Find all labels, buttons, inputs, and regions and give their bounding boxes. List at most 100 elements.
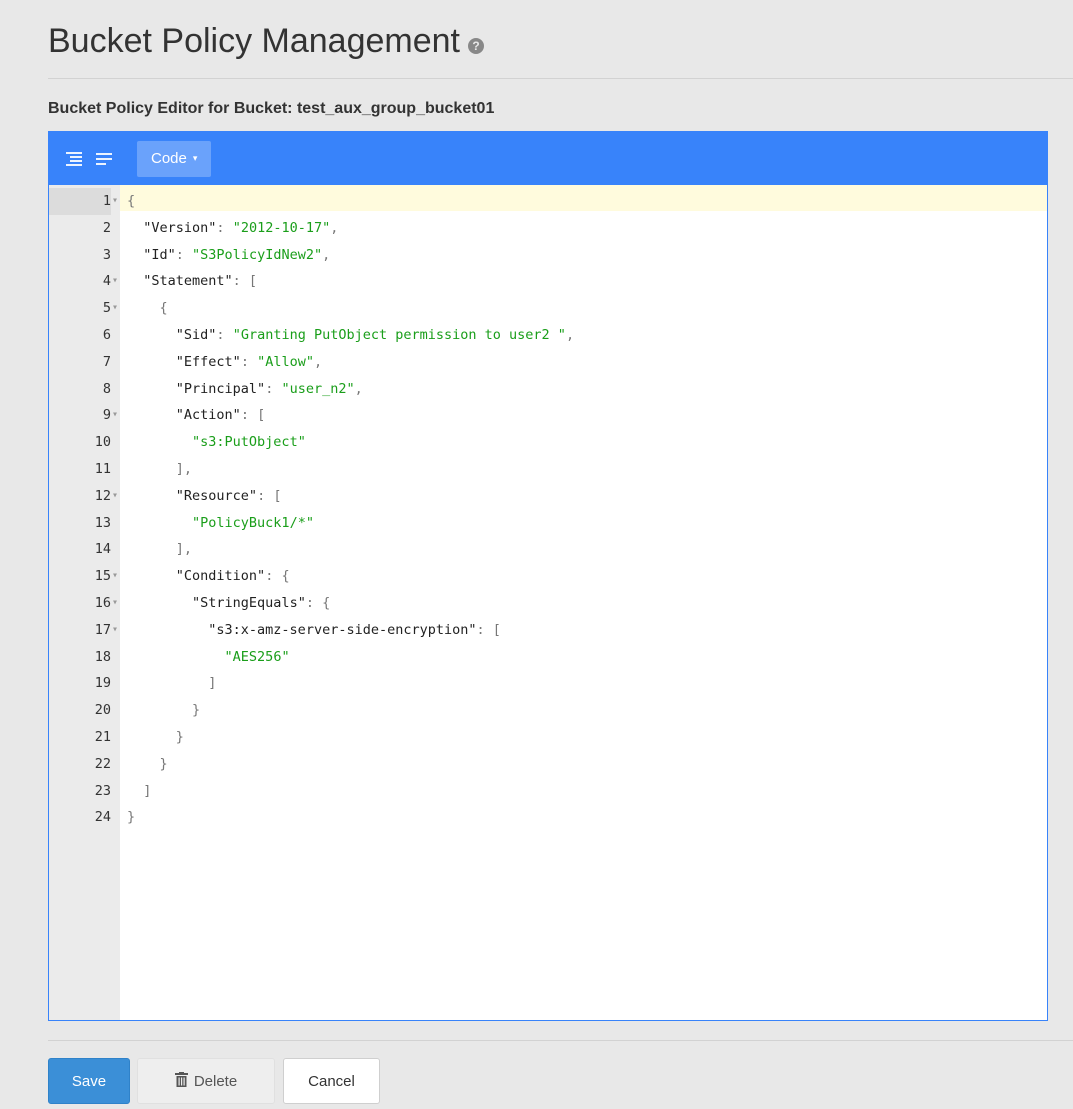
fold-toggle-icon[interactable]: ▾ (112, 188, 122, 215)
code-line-text: "Effect": "Allow", (175, 353, 323, 370)
code-mode-dropdown[interactable]: Code ▾ (137, 140, 212, 177)
line-number: 13 (94, 514, 111, 531)
code-line[interactable]: 20 } (49, 697, 1047, 724)
save-button[interactable]: Save (48, 1058, 130, 1104)
line-number: 1 (49, 188, 111, 215)
line-number: 11 (94, 460, 111, 477)
code-line[interactable]: 7 "Effect": "Allow", (49, 349, 1047, 376)
line-number: 23 (94, 782, 111, 799)
code-line-text: "Resource": [ (175, 487, 282, 504)
code-line[interactable]: 14 ], (49, 536, 1047, 563)
code-line-text: } (127, 702, 201, 719)
code-line[interactable]: 1 ▾ { (49, 188, 1047, 215)
line-number: 7 (102, 353, 111, 370)
code-line-text: "Id": "S3PolicyIdNew2", (143, 246, 331, 263)
code-line[interactable]: 24} (49, 804, 1047, 831)
code-area[interactable]: 1 ▾{2 "Version": "2012-10-17", 3 "Id": "S3… (49, 185, 1047, 1020)
code-line-text: "Sid": "Granting PutObject permission to… (175, 326, 575, 343)
code-line-text: } (127, 809, 136, 826)
fold-toggle-icon[interactable]: ▾ (112, 402, 122, 429)
code-line-text: "Principal": "user_n2", (175, 380, 363, 397)
format-indent-icon[interactable] (61, 146, 87, 172)
code-line[interactable]: 22 } (49, 751, 1047, 778)
line-number: 14 (94, 541, 111, 558)
question-circle-icon[interactable]: ? (467, 37, 484, 54)
line-number: 21 (94, 728, 111, 745)
code-line[interactable]: 3 "Id": "S3PolicyIdNew2", (49, 242, 1047, 269)
code-line[interactable]: 18 "AES256" (49, 644, 1047, 671)
page-title-text: Bucket Policy Management (48, 22, 460, 60)
code-line[interactable]: 13 "PolicyBuck1/*" (49, 510, 1047, 537)
line-number: 5 (102, 300, 111, 317)
code-line-text: ] (127, 782, 152, 799)
code-line-text: "Statement": [ (143, 273, 258, 290)
code-line[interactable]: 16 ▾ "StringEquals": { (49, 590, 1047, 617)
code-line-text: ], (127, 460, 193, 477)
code-line[interactable]: 23 ] (49, 778, 1047, 805)
code-line[interactable]: 21 } (49, 724, 1047, 751)
code-line[interactable]: 15 ▾ "Condition": { (49, 563, 1047, 590)
code-line-text: "PolicyBuck1/*" (192, 514, 314, 531)
fold-toggle-icon[interactable]: ▾ (112, 590, 122, 617)
line-number: 12 (94, 487, 111, 504)
line-number: 9 (102, 407, 111, 424)
editor-menu-bar: Code ▾ (49, 132, 1047, 185)
code-line-text: "StringEquals": { (192, 594, 331, 611)
line-number: 18 (94, 648, 111, 665)
code-line-text: "Action": [ (175, 407, 266, 424)
line-number: 19 (94, 675, 111, 692)
code-line-text: } (127, 728, 184, 745)
code-line[interactable]: 11 ], (49, 456, 1047, 483)
line-number: 2 (102, 219, 111, 236)
line-number: 15 (94, 568, 111, 585)
line-number: 24 (94, 809, 111, 826)
page-title: Bucket Policy Management ? (48, 22, 484, 61)
code-line[interactable]: 5 ▾ { (49, 295, 1047, 322)
line-number: 6 (102, 326, 111, 343)
line-number: 20 (94, 702, 111, 719)
code-mode-label: Code (151, 150, 187, 167)
code-line[interactable]: 2 "Version": "2012-10-17", (49, 215, 1047, 242)
fold-toggle-icon[interactable]: ▾ (112, 617, 122, 644)
delete-button[interactable]: Delete (137, 1058, 275, 1104)
fold-toggle-icon[interactable]: ▾ (112, 483, 122, 510)
line-number: 3 (102, 246, 111, 263)
trash-icon (174, 1071, 188, 1091)
code-line[interactable]: 12 ▾ "Resource": [ (49, 483, 1047, 510)
code-line[interactable]: 6 "Sid": "Granting PutObject permission … (49, 322, 1047, 349)
save-button-label: Save (71, 1072, 107, 1090)
policy-json-editor[interactable]: Code ▾ 1 ▾{2 "Version": "2012-10-17", 3 "I… (48, 131, 1048, 1021)
cancel-button-label: Cancel (308, 1072, 355, 1090)
compact-lines-icon[interactable] (91, 146, 117, 172)
fold-toggle-icon[interactable]: ▾ (112, 295, 122, 322)
line-number: 10 (94, 434, 111, 451)
code-line[interactable]: 4 ▾ "Statement": [ (49, 268, 1047, 295)
code-line-text: ] (127, 675, 217, 692)
code-lines: 1 ▾{2 "Version": "2012-10-17", 3 "Id": "S3… (49, 188, 1047, 831)
code-line[interactable]: 8 "Principal": "user_n2", (49, 376, 1047, 403)
editor-heading: Bucket Policy Editor for Bucket: test_au… (48, 100, 495, 117)
line-number: 17 (94, 621, 111, 638)
code-line-text: "AES256" (224, 648, 290, 665)
fold-toggle-icon[interactable]: ▾ (112, 563, 122, 590)
line-number: 16 (94, 594, 111, 611)
fold-toggle-icon[interactable]: ▾ (112, 268, 122, 295)
line-number: 22 (94, 755, 111, 772)
line-number: 4 (102, 273, 111, 290)
code-line-text: ], (127, 541, 193, 558)
code-line-text: "Version": "2012-10-17", (143, 219, 339, 236)
code-line[interactable]: 10 "s3:PutObject" (49, 429, 1047, 456)
code-line-text: "Condition": { (175, 568, 290, 585)
code-line-text: } (127, 755, 168, 772)
cancel-button[interactable]: Cancel (283, 1058, 380, 1104)
footer-divider (48, 1040, 1073, 1041)
code-line[interactable]: 9 ▾ "Action": [ (49, 402, 1047, 429)
code-line-text: "s3:PutObject" (192, 434, 306, 451)
line-number: 8 (102, 380, 111, 397)
code-line-text: { (127, 193, 136, 209)
code-line-text: { (127, 300, 168, 317)
code-line[interactable]: 17 ▾ "s3:x-amz-server-side-encryption": [ (49, 617, 1047, 644)
header-divider (48, 78, 1073, 79)
code-line[interactable]: 19 ] (49, 670, 1047, 697)
code-line-text: "s3:x-amz-server-side-encryption": [ (208, 621, 501, 638)
